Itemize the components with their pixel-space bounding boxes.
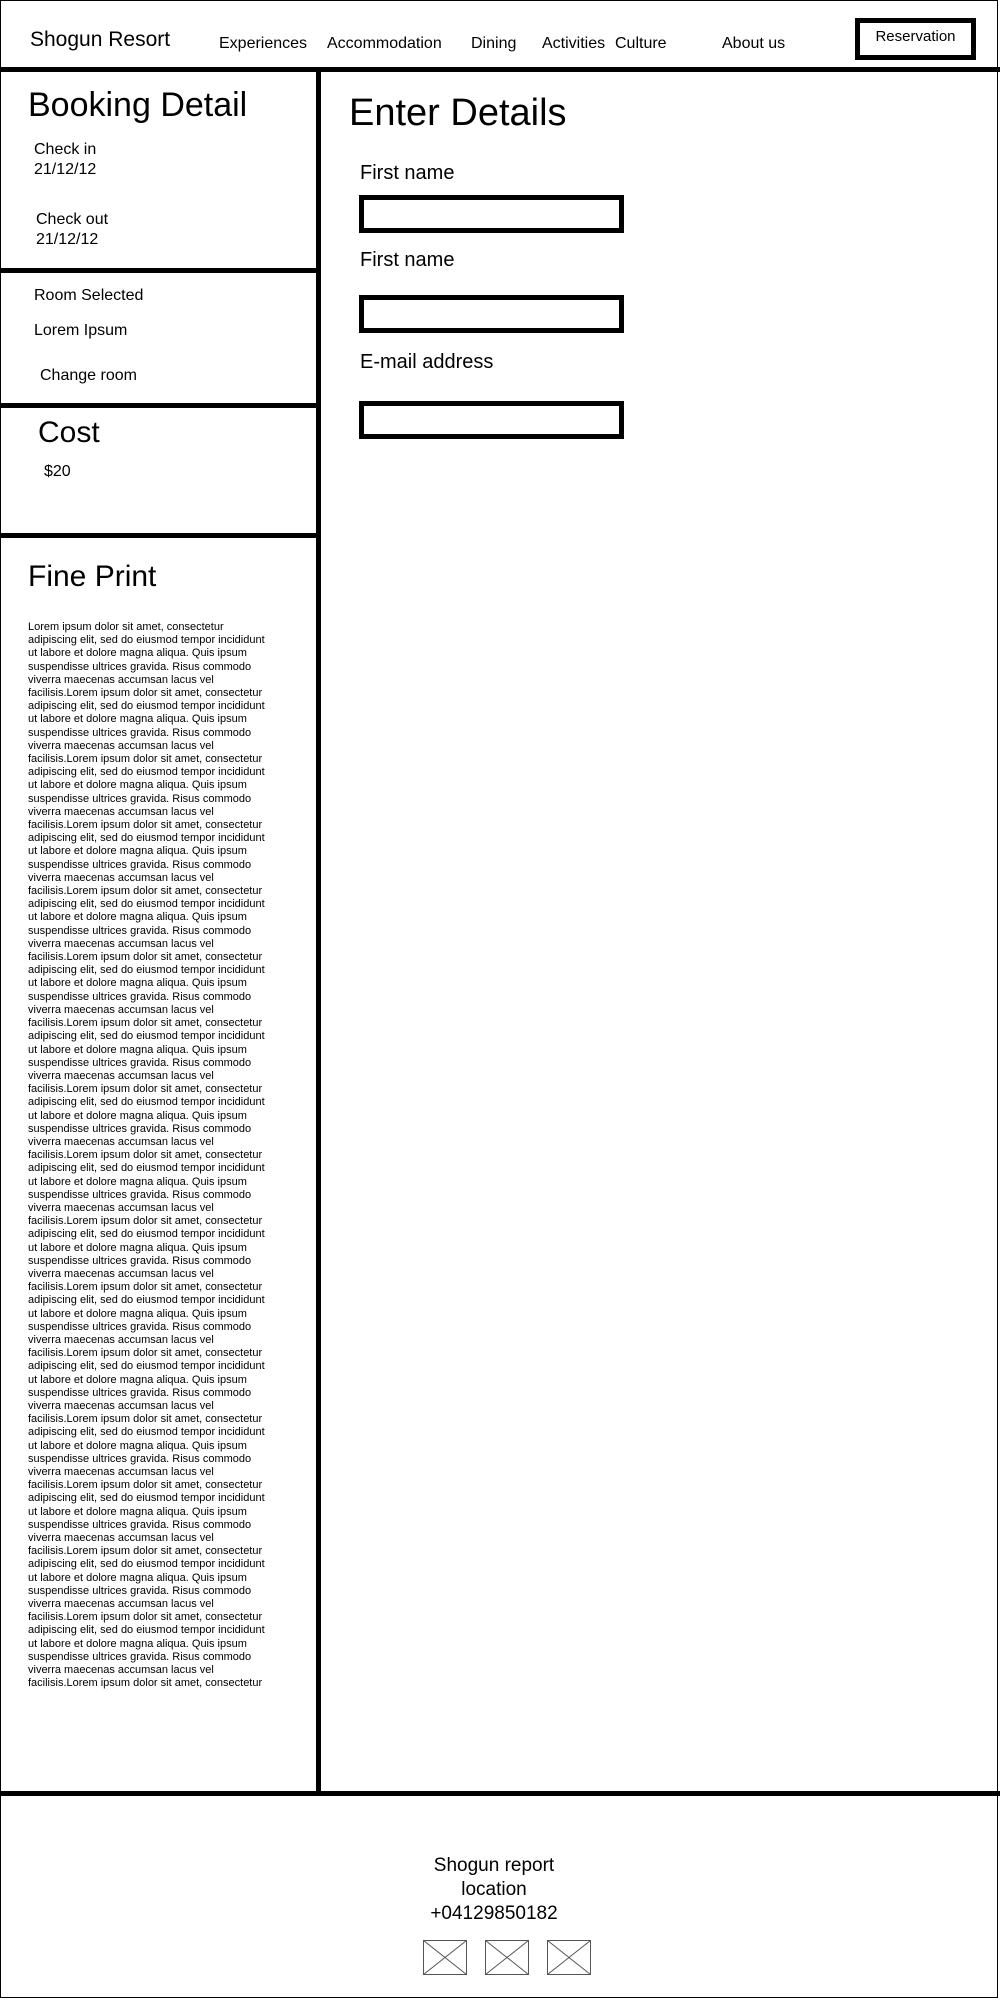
booking-detail-title: Booking Detail	[28, 86, 248, 124]
footer-phone: +04129850182	[430, 1903, 558, 1924]
booking-sidebar: Booking Detail Check in 21/12/12 Check o…	[0, 72, 321, 1791]
brand-logo[interactable]: Shogun Resort	[30, 28, 170, 52]
first-name-label: First name	[360, 162, 455, 184]
footer-contact: Shogun report location +04129850182	[0, 1854, 988, 1926]
nav-dining[interactable]: Dining	[471, 35, 516, 53]
second-name-field[interactable]	[359, 295, 624, 333]
nav-activities[interactable]: Activities	[542, 35, 605, 53]
checkout-date: 21/12/12	[36, 231, 99, 248]
email-field[interactable]	[359, 401, 624, 439]
site-header: Shogun Resort Experiences Accommodation …	[0, 0, 1000, 72]
details-form: Enter Details First name First name E-ma…	[321, 72, 1000, 1791]
footer-name: Shogun report	[433, 1855, 555, 1876]
fine-print-panel: Fine Print Lorem ipsum dolor sit amet, c…	[0, 538, 316, 1791]
room-selected-panel: Room Selected Lorem Ipsum Change room	[0, 273, 316, 408]
reservation-button[interactable]: Reservation	[855, 18, 976, 60]
form-title: Enter Details	[349, 92, 567, 134]
nav-about-us[interactable]: About us	[722, 35, 785, 53]
room-name: Lorem Ipsum	[34, 322, 128, 339]
nav-culture[interactable]: Culture	[615, 35, 667, 53]
image-placeholder-icon[interactable]	[423, 1940, 467, 1975]
second-name-label: First name	[360, 249, 455, 271]
nav-experiences[interactable]: Experiences	[219, 35, 307, 53]
site-footer: Shogun report location +04129850182	[0, 1791, 1000, 2000]
footer-location: location	[461, 1879, 527, 1900]
change-room-link[interactable]: Change room	[40, 366, 137, 386]
first-name-field[interactable]	[359, 195, 624, 233]
checkout-label: Check out	[36, 211, 109, 228]
image-placeholder-icon[interactable]	[485, 1940, 529, 1975]
email-label: E-mail address	[360, 351, 494, 373]
booking-detail-panel: Booking Detail Check in 21/12/12 Check o…	[0, 72, 316, 273]
checkin-date: 21/12/12	[34, 161, 97, 178]
image-placeholder-icon[interactable]	[547, 1940, 591, 1975]
cost-panel: Cost $20	[0, 408, 316, 538]
nav-accommodation[interactable]: Accommodation	[327, 35, 442, 53]
fine-print-text: Lorem ipsum dolor sit amet, consectetur …	[28, 621, 265, 1690]
room-selected-label: Room Selected	[34, 287, 144, 304]
cost-amount: $20	[44, 463, 71, 480]
fine-print-title: Fine Print	[28, 560, 157, 593]
checkin-label: Check in	[34, 141, 97, 158]
cost-title: Cost	[38, 416, 100, 449]
